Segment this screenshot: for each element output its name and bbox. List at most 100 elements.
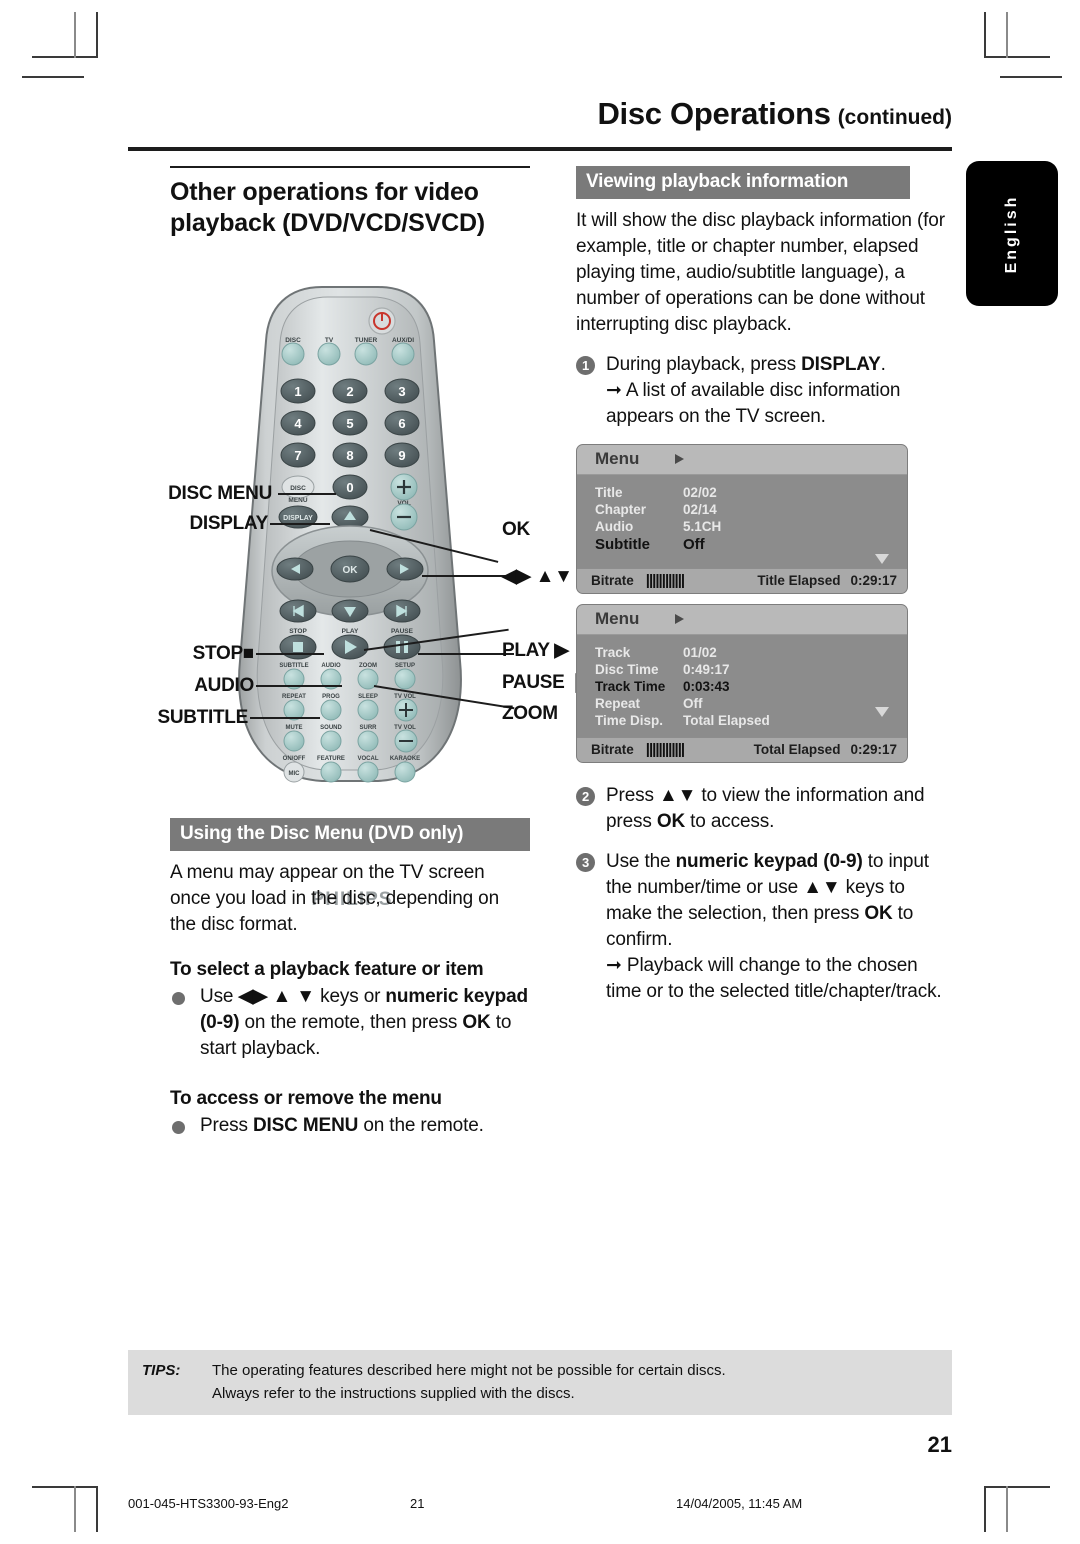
crop-mark-bl-h xyxy=(32,1486,98,1488)
svg-text:KARAOKE: KARAOKE xyxy=(390,756,420,762)
viewing-playback-intro: It will show the disc playback informati… xyxy=(576,210,945,335)
updown-arrows-glyph: ▲▼ xyxy=(658,785,697,806)
step-number-badge: 1 xyxy=(576,356,595,375)
leader-dirkeys xyxy=(422,575,514,577)
crop-mark-tr-v xyxy=(984,12,986,58)
tips-line-1: The operating features described here mi… xyxy=(212,1362,726,1379)
osd-key: Audio xyxy=(595,519,634,534)
crop-mark-tr-bleed-h xyxy=(1000,76,1062,78)
osd-row: Title 02/02 xyxy=(577,484,907,501)
step2-text-a: Press xyxy=(606,785,659,806)
svg-text:DISPLAY: DISPLAY xyxy=(283,515,313,522)
page-content: Disc Operations (continued) English Other… xyxy=(128,96,1058,1511)
result-arrow-icon: ➞ xyxy=(606,380,622,401)
arrow-keys-glyph: ◀▶ ▲ ▼ xyxy=(238,986,315,1007)
svg-text:SETUP: SETUP xyxy=(395,663,415,669)
section-bar-using-disc-menu: Using the Disc Menu (DVD only) xyxy=(170,818,530,851)
crop-mark-tr-h xyxy=(984,56,1050,58)
callout-ok: OK xyxy=(502,519,530,540)
callout-dirkeys: ◀▶ ▲▼ xyxy=(502,566,573,587)
svg-text:FEATURE: FEATURE xyxy=(317,756,345,762)
svg-text:7: 7 xyxy=(294,448,301,463)
osd-time-label: Total Elapsed xyxy=(753,742,841,757)
svg-text:ON/OFF: ON/OFF xyxy=(283,756,306,762)
crop-mark-tl-bleed-v xyxy=(74,12,76,58)
step-number-badge: 3 xyxy=(576,853,595,872)
step2-bold-ok: OK xyxy=(656,811,686,832)
step1-bold-display: DISPLAY xyxy=(801,354,881,375)
bullet2-bold-disc-menu: DISC MENU xyxy=(252,1115,359,1136)
osd-key: Time Disp. xyxy=(595,713,664,728)
tips-line-2: Always refer to the instructions supplie… xyxy=(212,1385,575,1402)
svg-text:PROG: PROG xyxy=(322,694,340,700)
bullet-text-c: on the remote, then press xyxy=(239,1012,463,1033)
step1-text-a: During playback, press xyxy=(606,354,802,375)
section-heading-other-operations: Other operations for video playback (DVD… xyxy=(170,166,530,239)
osd-value: 02/02 xyxy=(683,485,717,500)
svg-text:2: 2 xyxy=(346,384,353,399)
osd-value: 0:49:17 xyxy=(683,662,730,677)
subheading-select-playback-feature: To select a playback feature or item xyxy=(170,959,484,980)
osd-bitrate-bars: |||||||||||| xyxy=(645,572,685,589)
osd-time-group: Total Elapsed 0:29:17 xyxy=(754,742,897,757)
svg-text:PAUSE: PAUSE xyxy=(391,628,414,635)
callout-play: PLAY ▶ xyxy=(502,640,569,661)
osd-key: Title xyxy=(595,485,623,500)
print-footer-file: 001-045-HTS3300-93-Eng2 xyxy=(128,1496,289,1511)
section-bar-viewing-playback-info: Viewing playback information xyxy=(576,166,910,199)
osd-key: Chapter xyxy=(595,502,647,517)
crop-mark-tr-bleed-v xyxy=(1006,12,1008,58)
leader-audio xyxy=(256,685,342,687)
osd-row: Time Disp. Total Elapsed xyxy=(577,712,907,729)
step3-result: Playback will change to the chosen time … xyxy=(606,955,942,1002)
step-3: 3 Use the numeric keypad (0-9) to input … xyxy=(576,849,952,1005)
osd-header-1: Menu xyxy=(577,445,907,475)
leader-subtitle xyxy=(250,717,320,719)
updown-arrows-glyph: ▲▼ xyxy=(803,877,841,898)
page-header: Disc Operations (continued) xyxy=(128,96,952,132)
leader-pause xyxy=(418,653,514,655)
svg-text:ZOOM: ZOOM xyxy=(359,663,377,669)
osd-bitrate-bars: |||||||||||| xyxy=(645,741,685,758)
osd-key: Disc Time xyxy=(595,662,659,677)
osd-row-selected: Subtitle Off xyxy=(577,535,907,554)
callout-stop: STOP■ xyxy=(192,643,255,664)
svg-text:SURR: SURR xyxy=(359,725,377,731)
osd-scroll-down-icon xyxy=(875,707,889,717)
svg-text:REPEAT: REPEAT xyxy=(282,694,306,700)
osd-row: Repeat Off xyxy=(577,695,907,712)
crop-mark-br-bleed-v xyxy=(1006,1486,1008,1532)
osd-body-1: Title 02/02 Chapter 02/14 Audio 5.1CH Subti… xyxy=(577,475,907,568)
svg-text:MUTE: MUTE xyxy=(286,725,303,731)
disc-menu-intro: A menu may appear on the TV screen once … xyxy=(170,862,500,935)
leader-disc-menu xyxy=(278,493,336,495)
step-2: 2 Press ▲▼ to view the information and p… xyxy=(576,783,952,835)
osd-time-value: 0:29:17 xyxy=(850,742,897,757)
tips-box: TIPS: The operating features described h… xyxy=(128,1350,952,1415)
step-1: 1 During playback, press DISPLAY. ➞ A li… xyxy=(576,352,952,430)
svg-text:MENU: MENU xyxy=(288,497,307,504)
osd-scroll-down-icon xyxy=(875,554,889,564)
osd-key: Subtitle xyxy=(595,536,650,553)
svg-text:6: 6 xyxy=(398,416,405,431)
crop-mark-bl-v xyxy=(96,1486,98,1532)
language-tab-label: English xyxy=(1003,194,1020,273)
svg-text:9: 9 xyxy=(398,448,405,463)
osd-bitrate-label: Bitrate xyxy=(591,573,634,588)
bullet-text-a: Use xyxy=(200,986,239,1007)
osd-row: Disc Time 0:49:17 xyxy=(577,661,907,678)
osd-footer-2: Bitrate |||||||||||| Total Elapsed 0:29:… xyxy=(577,737,907,762)
osd-row-selected: Track Time 0:03:43 xyxy=(577,678,907,695)
osd-body-2: Track 01/02 Disc Time 0:49:17 Track Time 0:… xyxy=(577,635,907,737)
svg-text:OK: OK xyxy=(343,565,359,576)
osd-value: 5.1CH xyxy=(683,519,722,534)
result-arrow-icon: ➞ xyxy=(606,955,622,976)
subheading-access-remove-menu: To access or remove the menu xyxy=(170,1088,442,1109)
page-title-continued: (continued) xyxy=(837,106,952,129)
page-title: Disc Operations xyxy=(597,96,831,131)
step2-text-c: to access. xyxy=(685,811,775,832)
callout-display: DISPLAY xyxy=(189,513,268,534)
tips-row-2: Always refer to the instructions supplie… xyxy=(128,1382,952,1405)
leader-display xyxy=(270,523,330,525)
tips-label-spacer xyxy=(142,1382,212,1405)
